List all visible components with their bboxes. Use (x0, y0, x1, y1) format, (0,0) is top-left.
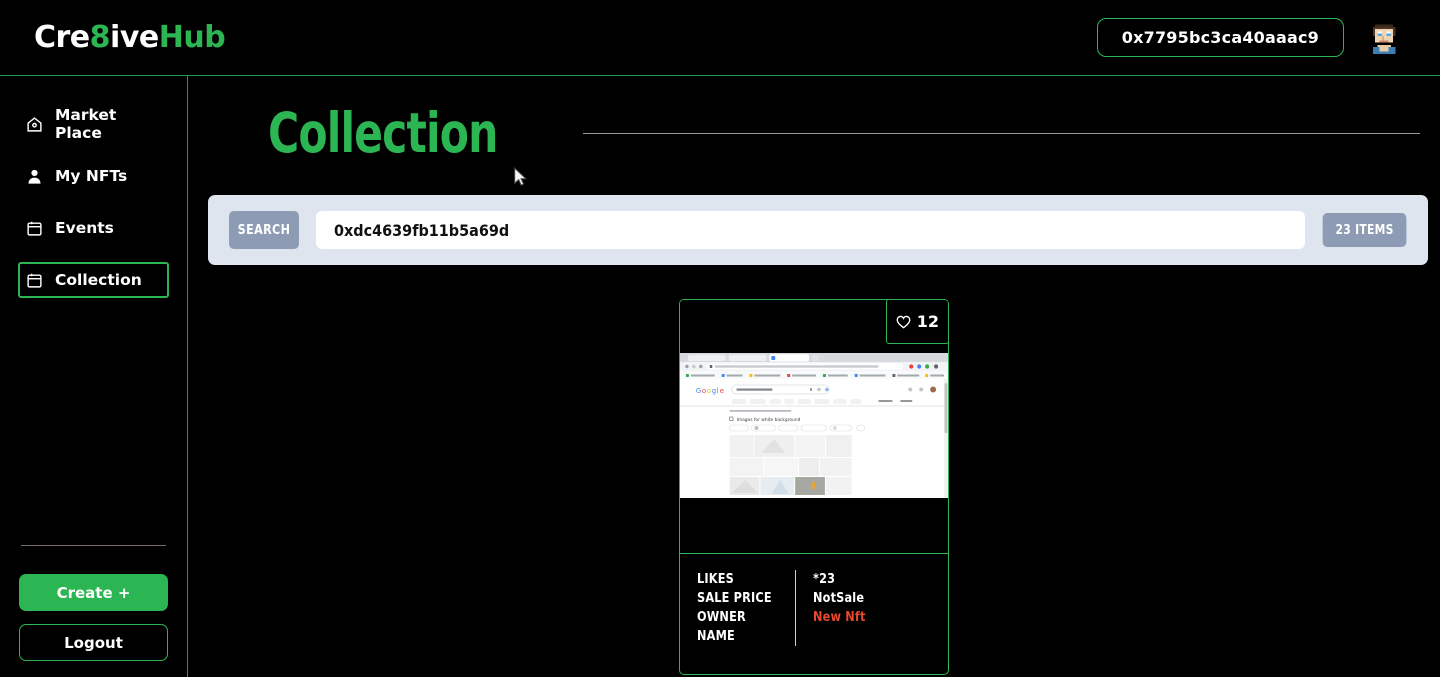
home-icon (27, 116, 42, 132)
sidebar-item-collection[interactable]: Collection (18, 262, 169, 298)
value-owner: New Nft (813, 609, 866, 625)
svg-text:e: e (720, 387, 724, 395)
person-icon (28, 169, 41, 184)
logo-text-part2: 8 (89, 20, 111, 55)
value-likes: *23 (813, 571, 836, 587)
svg-text:o: o (702, 387, 706, 395)
sidebar-item-my-nfts[interactable]: My NFTs (18, 158, 169, 194)
search-panel: SEARCH 23 ITEMS (208, 195, 1428, 265)
calendar-icon (27, 221, 42, 236)
logo-text-part4: Hub (158, 20, 226, 55)
value-sale-price: NotSale (813, 590, 865, 606)
mouse-cursor (514, 167, 528, 186)
card-top-bar: 12 (680, 300, 948, 353)
logo-text-part3: ive (110, 20, 159, 55)
heart-outline-icon (896, 315, 911, 328)
sidebar-nav: Market Place My NFTs Events Collection (0, 76, 187, 314)
sidebar-divider (21, 545, 166, 546)
label-sale-price: SALE PRICE (697, 590, 772, 606)
sidebar-item-events[interactable]: Events (18, 210, 169, 246)
title-rule (582, 132, 1420, 135)
likes-count: 12 (916, 312, 939, 331)
card-info-labels: LIKES SALE PRICE OWNER NAME (680, 570, 795, 646)
nft-image-browser-screenshot: G o o g l e Images for white background (680, 353, 948, 498)
logout-button[interactable]: Logout (19, 624, 168, 661)
wallet-address-pill[interactable]: 0x7795bc3ca40aaac9 (1096, 18, 1344, 57)
create-button[interactable]: Create + (19, 574, 168, 611)
label-owner: OWNER (697, 609, 746, 625)
sidebar: Market Place My NFTs Events Collection C… (0, 76, 188, 677)
page-header: Collection (188, 76, 1440, 161)
sidebar-item-market-place[interactable]: Market Place (18, 106, 169, 142)
likes-badge[interactable]: 12 (885, 300, 948, 344)
svg-text:Images for white background: Images for white background (737, 417, 801, 423)
svg-text:l: l (717, 387, 719, 395)
card-spacer (680, 498, 948, 554)
header-actions: 0x7795bc3ca40aaac9 (1096, 18, 1402, 57)
sidebar-item-label: Collection (55, 271, 142, 289)
main-content: Collection SEARCH 23 ITEMS 12 (188, 76, 1440, 677)
label-likes: LIKES (697, 571, 734, 587)
app-root: Cre8iveHub 0x7795bc3ca40aaac9 Market Pla… (0, 0, 1440, 677)
search-input[interactable] (316, 211, 1305, 249)
svg-text:o: o (707, 387, 711, 395)
svg-text:G: G (696, 387, 701, 395)
items-count-badge: 23 ITEMS (1322, 213, 1407, 247)
card-info-panel: LIKES SALE PRICE OWNER NAME *23 NotSale … (680, 554, 948, 674)
sidebar-item-label: Events (55, 219, 114, 237)
calendar-icon (27, 273, 42, 288)
svg-text:g: g (712, 387, 716, 395)
top-header: Cre8iveHub 0x7795bc3ca40aaac9 (0, 0, 1440, 76)
nft-card[interactable]: 12 G o o g l e Images for white backgrou… (679, 299, 949, 675)
sidebar-item-label: Market Place (55, 106, 117, 142)
logo-text-part1: Cre (34, 20, 90, 55)
page-title: Collection (268, 101, 498, 165)
user-avatar-icon[interactable] (1366, 19, 1402, 56)
app-logo[interactable]: Cre8iveHub (34, 20, 226, 55)
search-button[interactable]: SEARCH (229, 211, 299, 249)
label-name: NAME (697, 628, 735, 644)
card-info-values: *23 NotSale New Nft (795, 570, 870, 646)
nft-card-grid: 12 G o o g l e Images for white backgrou… (188, 299, 1440, 675)
sidebar-footer: Create + Logout (0, 545, 187, 677)
sidebar-item-label: My NFTs (55, 167, 128, 185)
